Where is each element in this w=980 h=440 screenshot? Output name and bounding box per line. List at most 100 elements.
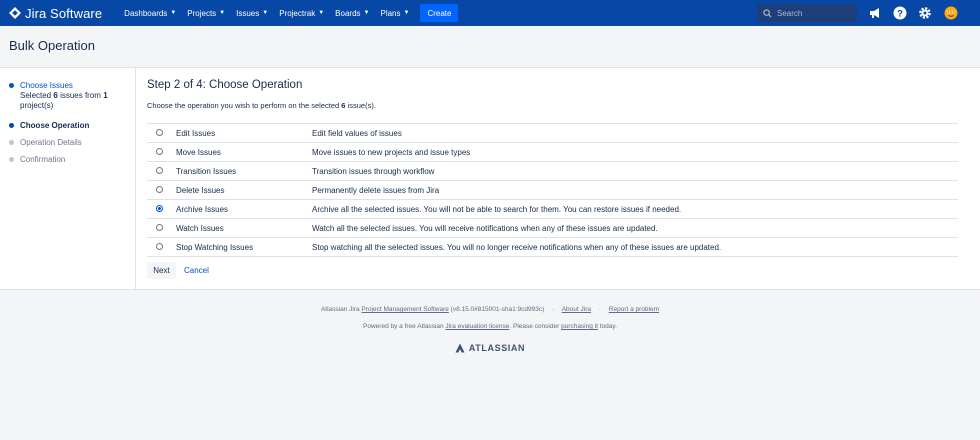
summary-prefix: Selected	[20, 91, 52, 100]
operation-radio[interactable]	[156, 242, 163, 250]
megaphone-icon[interactable]	[868, 6, 882, 20]
create-button[interactable]: Create	[420, 4, 459, 22]
atlassian-wordmark: ATLASSIAN	[468, 343, 526, 353]
radio-cell	[147, 123, 176, 143]
step-label[interactable]: Choose Issues	[20, 81, 108, 91]
operation-radio[interactable]	[156, 166, 163, 174]
version-text: (v8.15.0#815001-sha1:9cd993c)	[450, 306, 545, 313]
operation-radio[interactable]	[156, 185, 163, 193]
menu-plans[interactable]: Plans ▼	[380, 9, 409, 18]
step-label: Choose Operation	[20, 121, 90, 130]
step-current-icon	[9, 123, 14, 128]
operation-row[interactable]: Stop Watching Issues Stop watching all th…	[147, 237, 958, 257]
operation-name[interactable]: Watch Issues	[176, 218, 312, 238]
chevron-down-icon: ▼	[318, 10, 325, 16]
page-title: Bulk Operation	[9, 38, 95, 53]
cancel-link[interactable]: Cancel	[184, 266, 209, 275]
radio-cell	[147, 142, 176, 162]
chevron-down-icon: ▼	[363, 10, 370, 16]
chevron-down-icon: ▼	[170, 10, 177, 16]
operation-row[interactable]: Watch Issues Watch all the selected issue…	[147, 218, 958, 238]
description-suffix: issue(s).	[347, 101, 376, 110]
search-box[interactable]	[757, 4, 857, 22]
radio-cell	[147, 237, 176, 257]
menu-projectrak[interactable]: Projectrak ▼	[279, 9, 324, 18]
evaluation-license-link[interactable]: Jira evaluation license	[445, 323, 509, 330]
menu-issues[interactable]: Issues ▼	[236, 9, 268, 18]
wizard-step-choose-operation: Choose Operation	[9, 121, 89, 131]
step-text: Choose Issues Selected 6 issues from 1 p…	[20, 81, 108, 111]
main-menu: Dashboards ▼ Projects ▼ Issues ▼ Projectrak…	[124, 0, 459, 26]
operations-table: Edit Issues Edit field values of issues Mo…	[147, 123, 958, 257]
chevron-down-icon: ▼	[219, 10, 226, 16]
wizard-step-choose-issues[interactable]: Choose Issues Selected 6 issues from 1 p…	[9, 81, 108, 111]
step-pending-icon	[9, 140, 14, 145]
operation-description-cell: Permanently delete issues from Jira	[312, 180, 958, 200]
about-jira-link[interactable]: About Jira	[562, 306, 591, 313]
atlassian-logo-icon	[455, 343, 465, 353]
operation-description-cell: Transition issues through workflow	[312, 161, 958, 181]
atlassian-logo[interactable]: ATLASSIAN	[0, 343, 980, 353]
menu-label: Boards	[335, 8, 361, 18]
operation-description-cell: Archive all the selected issues. You wil…	[312, 199, 958, 219]
operation-name[interactable]: Stop Watching Issues	[176, 237, 312, 257]
gear-icon[interactable]	[918, 6, 932, 20]
operation-name[interactable]: Transition Issues	[176, 161, 312, 181]
summary-suffix: project(s)	[20, 101, 54, 110]
operation-row[interactable]: Transition Issues Transition issues throu…	[147, 161, 958, 181]
page-header: Bulk Operation	[0, 26, 980, 67]
footer-text: Powered by a free Atlassian	[363, 323, 444, 330]
operation-description: Choose the operation you wish to perform…	[147, 101, 376, 110]
operation-row[interactable]: Edit Issues Edit field values of issues	[147, 123, 958, 143]
chevron-down-icon: ▼	[262, 10, 269, 16]
next-button[interactable]: Next	[147, 262, 176, 279]
purchasing-link[interactable]: purchasing it	[561, 323, 598, 330]
operation-row[interactable]: Delete Issues Permanently delete issues f…	[147, 180, 958, 200]
operation-name[interactable]: Delete Issues	[176, 180, 312, 200]
project-management-software-link[interactable]: Project Management Software	[361, 306, 448, 313]
operation-name[interactable]: Archive Issues	[176, 199, 312, 219]
operation-radio[interactable]	[156, 204, 163, 212]
description-prefix: Choose the operation you wish to perform…	[147, 101, 340, 110]
operation-row[interactable]: Archive Issues Archive all the selected i…	[147, 199, 958, 219]
search-input[interactable]	[777, 8, 847, 18]
menu-dashboards[interactable]: Dashboards ▼	[124, 9, 176, 18]
description-count: 6	[341, 101, 346, 110]
app-name: Jira Software	[25, 5, 103, 21]
separator: ·	[552, 306, 555, 313]
summary-middle: issues from	[60, 91, 101, 100]
avatar[interactable]	[944, 6, 958, 20]
operation-radio[interactable]	[156, 147, 163, 155]
operation-row[interactable]: Move Issues Move issues to new projects a…	[147, 142, 958, 162]
operation-description-cell: Watch all the selected issues. You will …	[312, 218, 958, 238]
step-done-icon	[9, 83, 14, 88]
menu-label: Projects	[187, 8, 217, 18]
footer-line-1: Atlassian Jira Project Management Softwa…	[0, 306, 980, 313]
operation-name[interactable]: Move Issues	[176, 142, 312, 162]
menu-boards[interactable]: Boards ▼	[335, 9, 369, 18]
help-icon[interactable]: ?	[893, 6, 907, 20]
step-label: Operation Details	[20, 138, 82, 147]
step-pending-icon	[9, 157, 14, 162]
wizard-steps: Choose Issues Selected 6 issues from 1 p…	[0, 68, 136, 290]
jira-logo-icon	[9, 7, 21, 19]
selected-summary: Selected 6 issues from 1 project(s)	[20, 91, 108, 111]
menu-label: Projectrak	[279, 8, 316, 18]
menu-projects[interactable]: Projects ▼	[187, 9, 225, 18]
operation-radio[interactable]	[156, 128, 163, 136]
jira-logo[interactable]: Jira Software	[9, 6, 102, 21]
menu-label: Issues	[236, 8, 260, 18]
separator: ·	[598, 306, 601, 313]
radio-cell	[147, 218, 176, 238]
operation-name[interactable]: Edit Issues	[176, 123, 312, 143]
wizard-step-operation-details: Operation Details	[9, 138, 82, 148]
radio-cell	[147, 161, 176, 181]
operation-description-cell: Stop watching all the selected issues. Y…	[312, 237, 958, 257]
chevron-down-icon: ▼	[403, 10, 410, 16]
menu-label: Plans	[380, 8, 401, 18]
report-problem-link[interactable]: Report a problem	[609, 306, 659, 313]
footer-line-2: Powered by a free Atlassian Jira evaluat…	[0, 323, 980, 330]
project-count: 1	[103, 91, 108, 100]
operation-radio[interactable]	[156, 223, 163, 231]
footer-text: Atlassian Jira	[320, 306, 360, 313]
